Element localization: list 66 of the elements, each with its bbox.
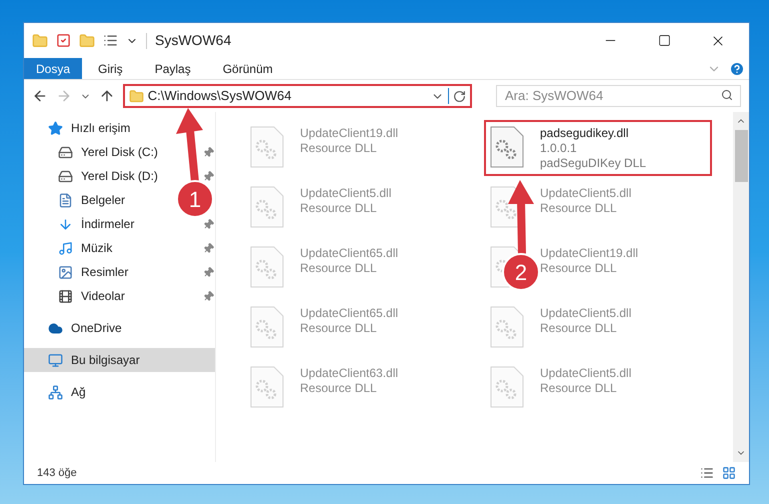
search-icon bbox=[721, 89, 733, 101]
properties-icon[interactable] bbox=[103, 33, 118, 48]
file-name: UpdateClient5.dll bbox=[540, 186, 632, 201]
sidebar-item[interactable]: Ağ bbox=[24, 380, 215, 404]
ribbon-tab[interactable]: Dosya bbox=[24, 58, 82, 79]
sidebar-item[interactable]: Hızlı erişim bbox=[24, 116, 215, 140]
highlighted-file-item[interactable]: padsegudikey.dll 1.0.0.1 padSeguDIKey DLL bbox=[484, 120, 712, 176]
ribbon-tab[interactable]: Paylaş bbox=[138, 58, 207, 79]
file-name: padsegudikey.dll bbox=[540, 126, 630, 141]
sidebar-item-icon bbox=[58, 144, 73, 160]
sidebar-item-icon bbox=[58, 288, 73, 304]
up-icon[interactable] bbox=[98, 88, 115, 104]
address-path: C:\Windows\SysWOW64 bbox=[148, 87, 292, 106]
sidebar-item-icon bbox=[48, 120, 63, 136]
back-icon[interactable] bbox=[32, 88, 48, 104]
file-detail: Resource DLL bbox=[300, 381, 378, 396]
ribbon-tab[interactable]: Görünüm bbox=[206, 58, 289, 79]
sidebar-item[interactable]: Videolar bbox=[58, 287, 125, 305]
file-name: UpdateClient19.dll bbox=[540, 246, 638, 261]
maximize-icon[interactable] bbox=[658, 34, 670, 47]
file-detail: padSeguDIKey DLL bbox=[540, 156, 646, 171]
file-name: UpdateClient5.dll bbox=[540, 306, 632, 321]
sidebar-item[interactable]: Yerel Disk (C:) bbox=[58, 143, 158, 161]
file-detail: Resource DLL bbox=[300, 261, 378, 276]
sidebar-item-icon bbox=[58, 216, 73, 232]
large-icons-view-icon[interactable] bbox=[722, 466, 736, 480]
window-title: SysWOW64 bbox=[155, 31, 232, 50]
checklist-icon[interactable] bbox=[56, 33, 71, 48]
file-detail: Resource DLL bbox=[540, 261, 618, 276]
scroll-thumb[interactable] bbox=[734, 130, 748, 182]
sidebar-item-icon bbox=[58, 192, 73, 208]
sidebar-item[interactable]: Müzik bbox=[58, 239, 112, 257]
help-icon[interactable] bbox=[729, 60, 745, 76]
details-view-icon[interactable] bbox=[700, 466, 714, 480]
file-name: UpdateClient65.dll bbox=[300, 246, 398, 261]
ribbon-tab[interactable]: Giriş bbox=[82, 58, 139, 79]
file-name: UpdateClient5.dll bbox=[300, 186, 392, 201]
file-detail: Resource DLL bbox=[300, 141, 378, 156]
refresh-icon[interactable] bbox=[453, 90, 466, 102]
sidebar-item[interactable]: Yerel Disk (D:) bbox=[58, 167, 158, 185]
scrollbar[interactable] bbox=[733, 112, 749, 462]
search-field[interactable]: Ara: SysWOW64 bbox=[496, 84, 741, 106]
sidebar-item-icon bbox=[48, 384, 63, 400]
file-detail: 1.0.0.1 bbox=[540, 141, 578, 156]
sidebar-item-icon bbox=[48, 352, 63, 368]
sidebar-item[interactable]: OneDrive bbox=[24, 316, 215, 340]
sidebar-item-icon bbox=[58, 240, 73, 256]
sidebar-item-icon bbox=[58, 168, 73, 184]
sidebar-item[interactable]: Resimler bbox=[58, 263, 128, 281]
file-detail: Resource DLL bbox=[300, 321, 378, 336]
file-detail: Resource DLL bbox=[300, 201, 378, 216]
sidebar-item[interactable]: Bu bilgisayar bbox=[24, 348, 215, 372]
address-bar[interactable]: C:\Windows\SysWOW64 bbox=[122, 84, 472, 108]
sidebar-item-icon bbox=[58, 264, 73, 280]
file-name: UpdateClient65.dll bbox=[300, 306, 398, 321]
folder-icon bbox=[128, 88, 144, 104]
sidebar-item-icon bbox=[48, 320, 63, 336]
file-name: UpdateClient63.dll bbox=[300, 366, 398, 381]
sidebar-item[interactable]: Belgeler bbox=[58, 191, 126, 209]
sidebar-item[interactable]: İndirmeler bbox=[58, 215, 134, 233]
file-name: UpdateClient5.dll bbox=[540, 366, 632, 381]
file-detail: Resource DLL bbox=[540, 321, 618, 336]
file-name: UpdateClient19.dll bbox=[300, 126, 398, 141]
item-count: 143 öğe bbox=[37, 466, 78, 481]
file-detail: Resource DLL bbox=[540, 381, 618, 396]
file-detail: Resource DLL bbox=[540, 201, 618, 216]
